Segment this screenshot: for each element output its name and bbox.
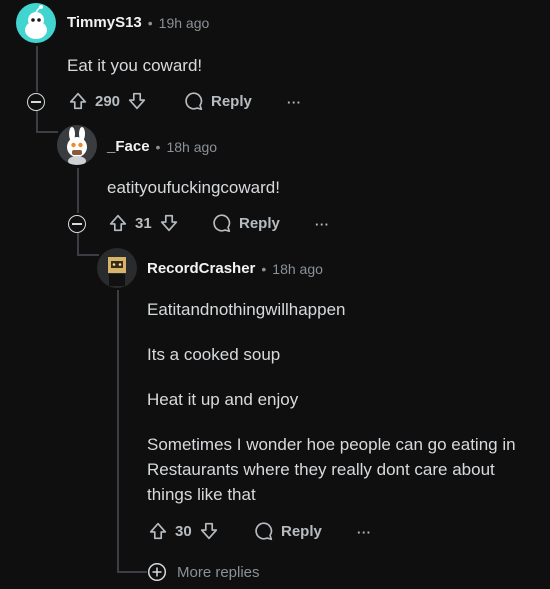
separator-dot: • [261, 260, 267, 277]
comment-paragraph: Sometimes I wonder hoe people can go eat… [147, 435, 516, 504]
more-replies-label: More replies [177, 563, 260, 581]
reply-button[interactable]: Reply [183, 90, 252, 112]
comment-bubble-icon [255, 522, 273, 541]
downvote-icon[interactable] [126, 90, 148, 112]
author-name[interactable]: _Face [107, 138, 150, 155]
avatar[interactable] [97, 248, 137, 288]
reply-button[interactable]: Reply [253, 520, 322, 542]
collapse-thread-button[interactable] [27, 93, 45, 111]
vote-controls: 30 [147, 520, 220, 542]
boxhead-avatar-icon [108, 257, 126, 286]
vote-controls: 290 [67, 90, 148, 112]
downvote-icon[interactable] [158, 212, 180, 234]
comment-bubble-icon [213, 214, 231, 233]
reply-label: Reply [239, 214, 280, 232]
overflow-menu-button[interactable]: ··· [357, 525, 372, 540]
vote-controls: 31 [107, 212, 180, 234]
separator-dot: • [147, 14, 153, 31]
upvote-icon[interactable] [147, 520, 169, 542]
timestamp[interactable]: 19h ago [159, 15, 210, 31]
comment-bubble-icon [185, 92, 203, 111]
thread-line-3 [117, 290, 119, 572]
thread-line-1-branch [36, 110, 38, 132]
avatar[interactable] [16, 3, 56, 43]
collapse-thread-button[interactable] [68, 215, 86, 233]
thread-line-3-curve [117, 571, 147, 573]
author-name[interactable]: RecordCrasher [147, 260, 255, 277]
comment-body: Eatitandnothingwillhappen Its a cooked s… [147, 297, 542, 507]
comment-paragraph: Its a cooked soup [147, 345, 281, 364]
reply-label: Reply [211, 92, 252, 110]
vote-score: 31 [135, 214, 152, 232]
plus-circle-icon [147, 562, 167, 582]
comment-body: Eat it you coward! [67, 53, 202, 78]
reply-label: Reply [281, 522, 322, 540]
comment-text: eatityoufuckingcoward! [107, 178, 280, 197]
reply-button[interactable]: Reply [211, 212, 280, 234]
comment-header: TimmyS13 • 19h ago [67, 14, 209, 31]
comment-text: Eat it you coward! [67, 56, 203, 75]
overflow-menu-button[interactable]: ··· [287, 95, 302, 110]
snoo-bunny-avatar-icon [67, 127, 87, 165]
overflow-menu-button[interactable]: ··· [315, 217, 330, 232]
snoo-avatar-icon [25, 5, 47, 39]
avatar[interactable] [57, 125, 97, 165]
more-replies-button[interactable]: More replies [147, 562, 260, 582]
timestamp[interactable]: 18h ago [166, 139, 217, 155]
thread-line-2 [77, 168, 79, 213]
comment-paragraph: Eatitandnothingwillhappen [147, 300, 346, 319]
thread-line-1-curve [36, 131, 58, 133]
upvote-icon[interactable] [107, 212, 129, 234]
comment-paragraph: Heat it up and enjoy [147, 390, 299, 409]
vote-score: 30 [175, 522, 192, 540]
separator-dot: • [155, 138, 161, 155]
comment-header: RecordCrasher • 18h ago [147, 260, 323, 277]
author-name[interactable]: TimmyS13 [67, 14, 142, 31]
comment-header: _Face • 18h ago [107, 138, 217, 155]
thread-line-2-curve [77, 254, 99, 256]
downvote-icon[interactable] [198, 520, 220, 542]
thread-line-2-branch [77, 233, 79, 255]
upvote-icon[interactable] [67, 90, 89, 112]
comment-body: eatityoufuckingcoward! [107, 175, 280, 200]
thread-line-1 [36, 46, 38, 92]
vote-score: 290 [95, 92, 121, 110]
timestamp[interactable]: 18h ago [272, 261, 323, 277]
